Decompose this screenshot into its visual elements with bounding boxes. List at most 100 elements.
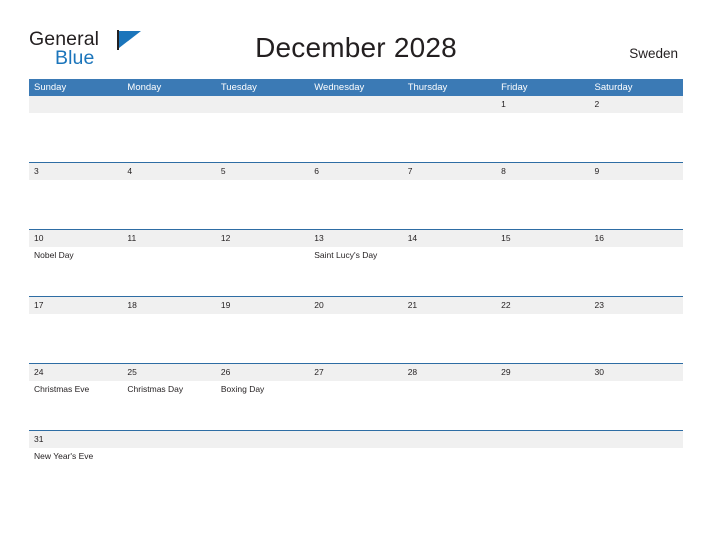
day-number[interactable] (496, 431, 589, 448)
day-event[interactable] (403, 113, 496, 162)
day-number[interactable]: 12 (216, 230, 309, 247)
day-number[interactable]: 3 (29, 163, 122, 180)
day-number[interactable]: 2 (590, 96, 683, 113)
day-event[interactable]: Christmas Day (122, 381, 215, 430)
day-event[interactable] (590, 247, 683, 296)
day-event[interactable] (29, 113, 122, 162)
day-event[interactable] (590, 448, 683, 497)
day-event[interactable] (403, 180, 496, 229)
day-event[interactable] (122, 113, 215, 162)
day-number[interactable]: 11 (122, 230, 215, 247)
day-number[interactable]: 13 (309, 230, 402, 247)
day-number[interactable] (29, 96, 122, 113)
day-event[interactable] (496, 247, 589, 296)
day-event[interactable] (403, 314, 496, 363)
day-number[interactable]: 19 (216, 297, 309, 314)
day-event[interactable] (496, 314, 589, 363)
day-number[interactable]: 8 (496, 163, 589, 180)
day-event[interactable] (29, 180, 122, 229)
day-number[interactable]: 27 (309, 364, 402, 381)
day-event[interactable] (403, 448, 496, 497)
day-number[interactable] (403, 431, 496, 448)
day-number[interactable]: 26 (216, 364, 309, 381)
day-event[interactable] (309, 381, 402, 430)
day-number[interactable] (122, 431, 215, 448)
day-event[interactable] (309, 314, 402, 363)
day-event[interactable]: Christmas Eve (29, 381, 122, 430)
day-number[interactable] (309, 431, 402, 448)
day-number[interactable] (216, 96, 309, 113)
day-number[interactable]: 29 (496, 364, 589, 381)
day-number[interactable]: 9 (590, 163, 683, 180)
day-number[interactable]: 5 (216, 163, 309, 180)
week-event-band (29, 314, 683, 363)
day-event[interactable]: New Year's Eve (29, 448, 122, 497)
day-event[interactable] (309, 448, 402, 497)
day-event[interactable] (590, 381, 683, 430)
day-event[interactable] (403, 247, 496, 296)
day-number[interactable]: 17 (29, 297, 122, 314)
day-event[interactable] (496, 381, 589, 430)
week-row: 24 25 26 27 28 29 30 Christmas Eve Chris… (29, 363, 683, 430)
weekday-sunday: Sunday (34, 82, 67, 93)
week-event-band (29, 180, 683, 229)
day-number[interactable] (309, 96, 402, 113)
day-number[interactable]: 14 (403, 230, 496, 247)
country-label: Sweden (629, 46, 678, 61)
day-number[interactable] (216, 431, 309, 448)
week-date-band: 3 4 5 6 7 8 9 (29, 163, 683, 180)
day-event[interactable]: Boxing Day (216, 381, 309, 430)
day-event[interactable] (122, 314, 215, 363)
day-event[interactable] (309, 180, 402, 229)
day-event[interactable] (29, 314, 122, 363)
day-event[interactable] (122, 448, 215, 497)
day-event[interactable] (216, 247, 309, 296)
week-event-band: New Year's Eve (29, 448, 683, 497)
week-date-band: 17 18 19 20 21 22 23 (29, 297, 683, 314)
day-event[interactable] (216, 314, 309, 363)
day-number[interactable]: 20 (309, 297, 402, 314)
day-number[interactable] (403, 96, 496, 113)
day-event[interactable] (403, 381, 496, 430)
day-event[interactable] (122, 247, 215, 296)
day-number[interactable]: 25 (122, 364, 215, 381)
day-number[interactable]: 7 (403, 163, 496, 180)
day-number[interactable]: 16 (590, 230, 683, 247)
day-number[interactable]: 18 (122, 297, 215, 314)
day-event[interactable]: Saint Lucy's Day (309, 247, 402, 296)
week-event-band: Nobel Day Saint Lucy's Day (29, 247, 683, 296)
day-event[interactable] (122, 180, 215, 229)
day-event[interactable] (216, 180, 309, 229)
day-number[interactable]: 1 (496, 96, 589, 113)
page-title: December 2028 (255, 32, 457, 63)
day-number[interactable]: 28 (403, 364, 496, 381)
day-number[interactable] (590, 431, 683, 448)
day-number[interactable]: 30 (590, 364, 683, 381)
day-event[interactable] (590, 113, 683, 162)
day-event[interactable]: Nobel Day (29, 247, 122, 296)
day-event[interactable] (496, 180, 589, 229)
weekday-friday: Friday (501, 82, 528, 93)
weekday-wednesday: Wednesday (314, 82, 365, 93)
day-event[interactable] (216, 113, 309, 162)
day-number[interactable]: 24 (29, 364, 122, 381)
day-number[interactable]: 31 (29, 431, 122, 448)
day-number[interactable]: 4 (122, 163, 215, 180)
day-number[interactable]: 23 (590, 297, 683, 314)
day-number[interactable]: 22 (496, 297, 589, 314)
day-number[interactable]: 10 (29, 230, 122, 247)
day-event[interactable] (590, 314, 683, 363)
day-number[interactable]: 21 (403, 297, 496, 314)
day-event[interactable] (496, 113, 589, 162)
page-header: General Blue December 2028 Sweden (0, 0, 712, 76)
day-event[interactable] (309, 113, 402, 162)
day-event[interactable] (496, 448, 589, 497)
weekday-monday: Monday (127, 82, 162, 93)
day-event[interactable] (216, 448, 309, 497)
day-number[interactable]: 6 (309, 163, 402, 180)
day-number[interactable] (122, 96, 215, 113)
day-event[interactable] (590, 180, 683, 229)
calendar-grid: Sunday Monday Tuesday Wednesday Thursday… (29, 79, 683, 497)
day-number[interactable]: 15 (496, 230, 589, 247)
week-row: 17 18 19 20 21 22 23 (29, 296, 683, 363)
